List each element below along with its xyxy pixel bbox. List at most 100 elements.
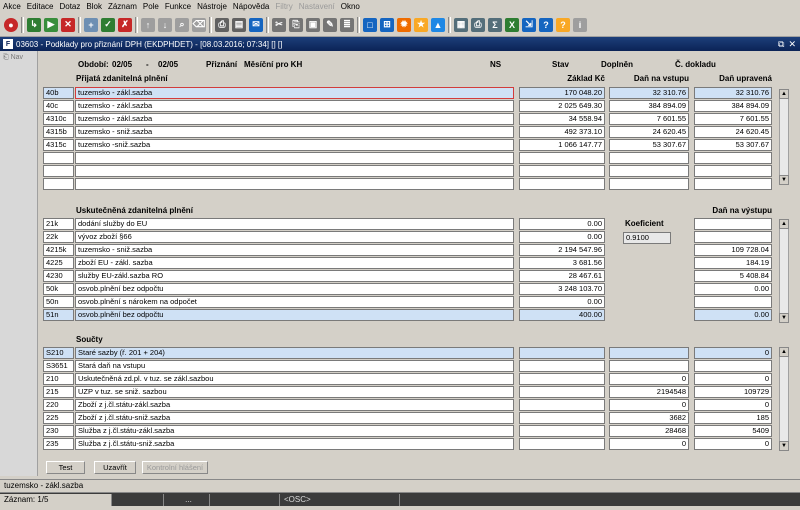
help-icon[interactable]: ?: [539, 17, 553, 32]
menu-item[interactable]: Pole: [143, 2, 159, 11]
copy-icon[interactable]: ⎘: [289, 17, 303, 32]
row-zaklad[interactable]: 2 025 649.30: [519, 100, 605, 112]
scroll-up-icon[interactable]: ▲: [779, 219, 789, 229]
row-dan-vystup[interactable]: [694, 296, 772, 308]
row-zaklad[interactable]: 0.00: [519, 231, 605, 243]
uzavrit-button[interactable]: Uzavřít: [94, 461, 136, 474]
row-name[interactable]: tuzemsko - sniž.sazba: [75, 126, 514, 138]
row-dan-upravena[interactable]: 5409: [694, 425, 772, 437]
row-zaklad[interactable]: [519, 438, 605, 450]
list-icon[interactable]: ≣: [340, 17, 354, 32]
row-code[interactable]: 235: [43, 438, 74, 450]
row-name[interactable]: tuzemsko - sniž.sazba: [75, 244, 514, 256]
excel-icon[interactable]: X: [505, 17, 519, 32]
row-name[interactable]: osvob.plnění bez odpočtu: [75, 283, 514, 295]
row-zaklad[interactable]: 2 194 547.96: [519, 244, 605, 256]
row-code[interactable]: 4310c: [43, 113, 74, 125]
row-dan-vstup[interactable]: 32 310.76: [609, 87, 689, 99]
print-icon[interactable]: ⎙: [215, 17, 229, 32]
menu-item[interactable]: Blok: [86, 2, 102, 11]
koeficient-value[interactable]: 0.9100: [623, 232, 671, 244]
row-zaklad[interactable]: [519, 360, 605, 372]
row-zaklad[interactable]: 3 681.56: [519, 257, 605, 269]
preview-icon[interactable]: ▤: [232, 17, 246, 32]
row-dan-upravena[interactable]: 0: [694, 373, 772, 385]
sort-desc-icon[interactable]: ↓: [158, 17, 172, 32]
row-dan-upravena[interactable]: 0: [694, 438, 772, 450]
menu-item[interactable]: Okno: [341, 2, 360, 11]
settings-icon[interactable]: ✹: [397, 17, 411, 32]
scroll-down-icon[interactable]: ▼: [779, 313, 789, 323]
row-zaklad[interactable]: 28 467.61: [519, 270, 605, 282]
row-dan-vstup[interactable]: 53 307.67: [609, 139, 689, 151]
row-dan-vystup[interactable]: [694, 218, 772, 230]
row-dan-vstup[interactable]: [609, 178, 689, 190]
paste-icon[interactable]: ▣: [306, 17, 320, 32]
row-dan-vstup[interactable]: 24 620.45: [609, 126, 689, 138]
row-dan-upravena[interactable]: [694, 360, 772, 372]
row-dan-vystup[interactable]: 109 728.04: [694, 244, 772, 256]
row-name[interactable]: Zboží z j.čl.státu-zákl.sazba: [75, 399, 514, 411]
row-code[interactable]: 50n: [43, 296, 74, 308]
scroll-down-icon[interactable]: ▼: [779, 441, 789, 451]
row-dan[interactable]: 3682: [609, 412, 689, 424]
row-code[interactable]: 215: [43, 386, 74, 398]
row-code[interactable]: [43, 178, 74, 190]
nav-tab[interactable]: ⎗ Nav: [0, 51, 37, 65]
row-name[interactable]: služby EU-zákl.sazba RO: [75, 270, 514, 282]
row-zaklad[interactable]: 1 066 147.77: [519, 139, 605, 151]
row-dan-vystup[interactable]: 184.19: [694, 257, 772, 269]
uskutecnena-scrollbar[interactable]: ▲ ▼: [779, 219, 789, 323]
row-dan-vstup[interactable]: 7 601.55: [609, 113, 689, 125]
row-zaklad[interactable]: 0.00: [519, 296, 605, 308]
row-dan-vstup[interactable]: [609, 165, 689, 177]
row-code[interactable]: 4315b: [43, 126, 74, 138]
sort-asc-icon[interactable]: ↑: [141, 17, 155, 32]
row-zaklad[interactable]: [519, 412, 605, 424]
row-name[interactable]: Služba z j.čl.státu-zákl.sazba: [75, 425, 514, 437]
row-dan[interactable]: 28468: [609, 425, 689, 437]
row-dan-vstup[interactable]: [609, 152, 689, 164]
row-name[interactable]: [75, 178, 514, 190]
row-dan-upravena[interactable]: [694, 178, 772, 190]
row-name[interactable]: vývoz zboží §66: [75, 231, 514, 243]
row-name[interactable]: tuzemsko - zákl.sazba: [75, 100, 514, 112]
window-icon[interactable]: □: [363, 17, 377, 32]
row-code[interactable]: [43, 152, 74, 164]
row-zaklad[interactable]: [519, 178, 605, 190]
menu-item[interactable]: Funkce: [165, 2, 191, 11]
prijata-scrollbar[interactable]: ▲ ▼: [779, 89, 789, 185]
row-name[interactable]: zboží EU - zákl. sazba: [75, 257, 514, 269]
menu-item[interactable]: Akce: [3, 2, 21, 11]
exit-icon[interactable]: ●: [4, 17, 18, 32]
row-zaklad[interactable]: [519, 399, 605, 411]
enter-query-icon[interactable]: ↳: [27, 17, 41, 32]
row-code[interactable]: 51n: [43, 309, 74, 321]
row-name[interactable]: dodání služby do EU: [75, 218, 514, 230]
row-dan-upravena[interactable]: 7 601.55: [694, 113, 772, 125]
row-name[interactable]: tuzemsko - zákl.sazba: [75, 87, 514, 99]
save-icon[interactable]: ✓: [101, 17, 115, 32]
row-zaklad[interactable]: [519, 165, 605, 177]
row-zaklad[interactable]: 0.00: [519, 218, 605, 230]
search-icon[interactable]: ⌕: [175, 17, 189, 32]
new-record-icon[interactable]: +: [84, 17, 98, 32]
row-zaklad[interactable]: 492 373.10: [519, 126, 605, 138]
row-name[interactable]: Služba z j.čl.státu-sniž.sazba: [75, 438, 514, 450]
row-dan[interactable]: 0: [609, 373, 689, 385]
row-zaklad[interactable]: 34 558.94: [519, 113, 605, 125]
star-icon[interactable]: ★: [414, 17, 428, 32]
edit-icon[interactable]: ✎: [323, 17, 337, 32]
scroll-up-icon[interactable]: ▲: [779, 347, 789, 357]
row-name[interactable]: Stará daň na vstupu: [75, 360, 514, 372]
row-name[interactable]: osvob.plnění bez odpočtu: [75, 309, 514, 321]
scroll-up-icon[interactable]: ▲: [779, 89, 789, 99]
row-name[interactable]: UZP v tuz. se sniž. sazbou: [75, 386, 514, 398]
row-name[interactable]: tuzemsko - zákl.sazba: [75, 113, 514, 125]
row-code[interactable]: 21k: [43, 218, 74, 230]
row-dan[interactable]: 0: [609, 438, 689, 450]
row-code[interactable]: 225: [43, 412, 74, 424]
menu-item[interactable]: Dotaz: [59, 2, 80, 11]
row-zaklad[interactable]: [519, 152, 605, 164]
row-code[interactable]: 22k: [43, 231, 74, 243]
